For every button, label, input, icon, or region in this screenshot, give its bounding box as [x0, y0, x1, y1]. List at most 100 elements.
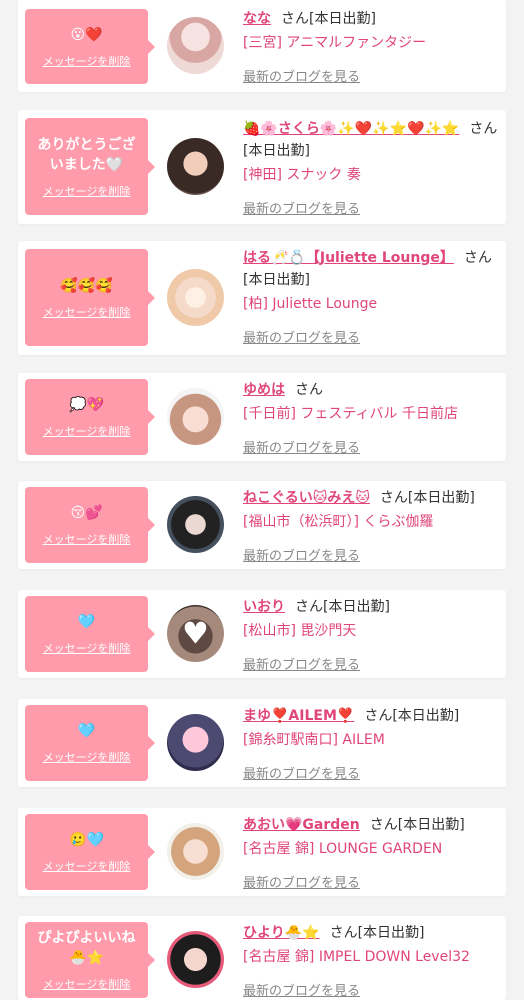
shop-name: [錦糸町駅南口] AILEM: [243, 732, 385, 748]
message-card: 🩵 メッセージを削除 ♥ いおり さん[本日出勤] [松山市] 毘沙門天 最新のブ…: [18, 590, 506, 678]
honorific: さん: [295, 382, 323, 398]
delete-message-link[interactable]: メッセージを削除: [43, 304, 131, 320]
profile-name-link[interactable]: ねこぐるい🐱みえ🐱: [243, 490, 370, 506]
message-bubble: ありがとうございました🤍 メッセージを削除: [25, 118, 155, 215]
message-text: ぴよぴよいいね🐣⭐: [37, 930, 136, 966]
message-card: 🥲🩵 メッセージを削除 あおい💗Garden さん[本日出勤] [名古屋 錦] L…: [18, 808, 506, 896]
honorific: さん: [364, 708, 393, 724]
message-bubble: 😮❤️ メッセージを削除: [25, 9, 155, 84]
blog-link[interactable]: 最新のブログを見る: [243, 872, 360, 891]
message-text: 🩵: [77, 614, 96, 630]
shop-name: [名古屋 錦] LOUNGE GARDEN: [243, 841, 443, 857]
message-bubble: 🩵 メッセージを削除: [25, 596, 155, 672]
delete-message-link[interactable]: メッセージを削除: [43, 53, 131, 69]
profile-info: はる🥂💍【Juliette Lounge】 さん [本日出勤] [柏] Juliet…: [243, 247, 501, 346]
avatar[interactable]: [167, 931, 224, 988]
honorific: さん: [329, 925, 358, 941]
avatar[interactable]: [167, 269, 224, 326]
message-bubble: ぴよぴよいいね🐣⭐ メッセージを削除: [25, 922, 155, 998]
profile-info: ひより🐣⭐ さん[本日出勤] [名古屋 錦] IMPEL DOWN Level32…: [243, 922, 501, 999]
status-text: [本日出勤]: [357, 925, 425, 941]
message-text: 🥲🩵: [69, 832, 104, 848]
shop-name: [千日前] フェスティバル 千日前店: [243, 406, 458, 422]
profile-info: 🍓🌸さくら🌸✨❤️✨⭐❤️✨⭐ さん [本日出勤] [神田] スナック 奏 最新のブ…: [243, 118, 501, 217]
profile-name-link[interactable]: 🍓🌸さくら🌸✨❤️✨⭐❤️✨⭐: [243, 121, 459, 137]
honorific: さん: [379, 490, 408, 506]
honorific: さん: [295, 599, 323, 615]
blog-link[interactable]: 最新のブログを見る: [243, 545, 360, 564]
avatar[interactable]: [167, 17, 224, 74]
blog-link[interactable]: 最新のブログを見る: [243, 763, 360, 782]
delete-message-link[interactable]: メッセージを削除: [43, 640, 131, 656]
profile-info: いおり さん[本日出勤] [松山市] 毘沙門天 最新のブログを見る: [243, 596, 501, 673]
message-card: ありがとうございました🤍 メッセージを削除 🍓🌸さくら🌸✨❤️✨⭐❤️✨⭐ さん […: [18, 110, 506, 224]
profile-info: まゆ❣️AILEM❣️ さん[本日出勤] [錦糸町駅南口] AILEM 最新のブロ…: [243, 705, 501, 782]
avatar[interactable]: [167, 496, 224, 553]
profile-name-link[interactable]: あおい💗Garden: [243, 817, 360, 833]
heart-icon: ♥: [182, 616, 209, 651]
message-text: 😮❤️: [70, 26, 103, 43]
shop-name: [神田] スナック 奏: [243, 167, 361, 183]
message-bubble: 🥲🩵 メッセージを削除: [25, 814, 155, 890]
status-text: [本日出勤]: [323, 599, 390, 615]
status-text: [本日出勤]: [309, 11, 376, 27]
shop-name: [三宮] アニマルファンタジー: [243, 35, 427, 51]
avatar[interactable]: [167, 823, 224, 880]
message-card: 😮❤️ メッセージを削除 なな さん[本日出勤] [三宮] アニマルファンタジー …: [18, 0, 506, 92]
shop-name: [柏] Juliette Lounge: [243, 296, 378, 312]
blog-link[interactable]: 最新のブログを見る: [243, 327, 360, 346]
shop-name: [松山市] 毘沙門天: [243, 623, 357, 639]
honorific: さん: [463, 250, 492, 266]
delete-message-link[interactable]: メッセージを削除: [43, 749, 131, 765]
message-card: 🥰🥰🥰 メッセージを削除 はる🥂💍【Juliette Lounge】 さん [本日出…: [18, 241, 506, 355]
delete-message-link[interactable]: メッセージを削除: [43, 183, 131, 199]
delete-message-link[interactable]: メッセージを削除: [43, 531, 131, 547]
message-bubble: 🥰🥰🥰 メッセージを削除: [25, 249, 155, 346]
shop-name: [名古屋 錦] IMPEL DOWN Level32: [243, 949, 470, 965]
profile-info: あおい💗Garden さん[本日出勤] [名古屋 錦] LOUNGE GARDEN…: [243, 814, 501, 891]
delete-message-link[interactable]: メッセージを削除: [43, 858, 131, 874]
message-card: 🩵 メッセージを削除 まゆ❣️AILEM❣️ さん[本日出勤] [錦糸町駅南口] …: [18, 699, 506, 787]
blog-link[interactable]: 最新のブログを見る: [243, 980, 360, 999]
message-text: 🥰🥰🥰: [60, 277, 113, 294]
profile-name-link[interactable]: ひより🐣⭐: [243, 925, 320, 941]
profile-info: なな さん[本日出勤] [三宮] アニマルファンタジー 最新のブログを見る: [243, 8, 501, 85]
message-bubble: 💭💖 メッセージを削除: [25, 379, 155, 455]
message-bubble: 🩵 メッセージを削除: [25, 705, 155, 781]
message-text: 🩵: [77, 723, 96, 739]
status-text: [本日出勤]: [397, 817, 465, 833]
profile-info: ゆめは さん [千日前] フェスティバル 千日前店 最新のブログを見る: [243, 379, 501, 456]
message-bubble: 😚💕 メッセージを削除: [25, 487, 155, 563]
profile-name-link[interactable]: ゆめは: [243, 382, 285, 398]
message-list: 😮❤️ メッセージを削除 なな さん[本日出勤] [三宮] アニマルファンタジー …: [0, 0, 524, 1000]
profile-info: ねこぐるい🐱みえ🐱 さん[本日出勤] [福山市（松浜町）] くらぶ伽羅 最新のブロ…: [243, 487, 501, 564]
message-card: 💭💖 メッセージを削除 ゆめは さん [千日前] フェスティバル 千日前店 最新の…: [18, 373, 506, 461]
honorific: さん: [369, 817, 398, 833]
blog-link[interactable]: 最新のブログを見る: [243, 654, 360, 673]
blog-link[interactable]: 最新のブログを見る: [243, 437, 360, 456]
message-text: 💭💖: [69, 397, 104, 413]
honorific: さん: [469, 121, 498, 137]
status-text: [本日出勤]: [392, 708, 460, 724]
message-text: 😚💕: [70, 505, 103, 521]
message-card: ぴよぴよいいね🐣⭐ メッセージを削除 ひより🐣⭐ さん[本日出勤] [名古屋 錦]…: [18, 916, 506, 1000]
message-card: 😚💕 メッセージを削除 ねこぐるい🐱みえ🐱 さん[本日出勤] [福山市（松浜町）]…: [18, 481, 506, 569]
profile-name-link[interactable]: まゆ❣️AILEM❣️: [243, 708, 354, 724]
status-text: [本日出勤]: [243, 272, 310, 288]
delete-message-link[interactable]: メッセージを削除: [43, 423, 131, 439]
avatar[interactable]: [167, 138, 224, 195]
honorific: さん: [281, 11, 309, 27]
shop-name: [福山市（松浜町）] くらぶ伽羅: [243, 514, 434, 530]
avatar[interactable]: [167, 388, 224, 445]
status-text: [本日出勤]: [243, 143, 310, 159]
profile-name-link[interactable]: なな: [243, 11, 271, 27]
message-text: ありがとうございました🤍: [37, 136, 136, 173]
status-text: [本日出勤]: [407, 490, 475, 506]
blog-link[interactable]: 最新のブログを見る: [243, 198, 360, 217]
avatar[interactable]: [167, 714, 224, 771]
blog-link[interactable]: 最新のブログを見る: [243, 66, 360, 85]
delete-message-link[interactable]: メッセージを削除: [43, 976, 131, 992]
profile-name-link[interactable]: はる🥂💍【Juliette Lounge】: [243, 250, 454, 266]
avatar[interactable]: ♥: [167, 605, 224, 662]
profile-name-link[interactable]: いおり: [243, 599, 285, 615]
